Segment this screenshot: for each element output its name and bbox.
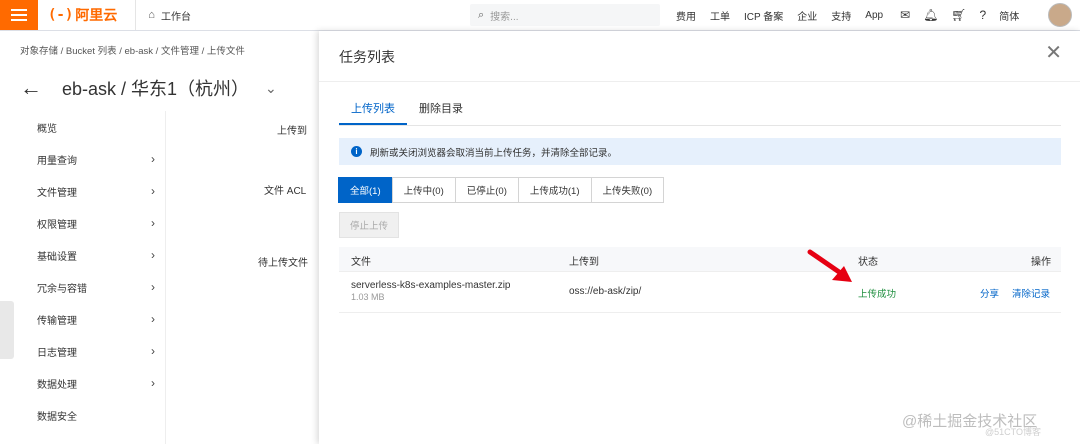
sidebar-item-data-processing[interactable]: 数据处理 › <box>0 367 165 399</box>
file-size: 1.03 MB <box>351 292 385 302</box>
home-icon: ⌂ <box>148 9 155 21</box>
chevron-right-icon: › <box>151 344 155 358</box>
divider <box>319 81 1080 82</box>
column-header-dest: 上传到 <box>569 257 599 268</box>
tab-upload-list[interactable]: 上传列表 <box>339 99 407 125</box>
top-icons: ✉ 🔔︎ 🛒︎ ? 简体 <box>900 0 1032 30</box>
sidebar-item-files[interactable]: 文件管理 › <box>0 175 165 207</box>
top-link-enterprise[interactable]: 企业 <box>797 8 817 23</box>
chevron-down-icon[interactable]: ⌄ <box>265 80 277 97</box>
tab-delete-directory[interactable]: 删除目录 <box>407 99 475 125</box>
top-link-support[interactable]: 支持 <box>831 8 851 23</box>
filter-success[interactable]: 上传成功(1) <box>517 177 592 203</box>
sidebar-item-redundancy[interactable]: 冗余与容错 › <box>0 271 165 303</box>
back-arrow-icon[interactable]: ← <box>20 75 42 101</box>
sidebar-item-overview[interactable]: 概览 <box>0 111 165 143</box>
sidebar-item-label: 用量查询 <box>37 155 77 167</box>
oss-bucket-page: 对象存储 / Bucket 列表 / eb-ask / 文件管理 / 上传文件 … <box>0 31 320 444</box>
watermark-secondary: @51CTO博客 <box>985 427 1041 437</box>
form-label-pending-files: 待上传文件 <box>258 258 308 269</box>
brand-name: 阿里云 <box>75 7 118 23</box>
sidebar-item-label: 文件管理 <box>37 187 77 199</box>
sidebar-item-usage[interactable]: 用量查询 › <box>0 143 165 175</box>
menu-icon[interactable] <box>0 0 38 30</box>
close-icon[interactable]: ✕ <box>1045 43 1062 63</box>
share-link[interactable]: 分享 <box>980 286 999 300</box>
form-label-upload-to: 上传到 <box>277 126 307 137</box>
message-icon[interactable]: ✉ <box>900 8 910 22</box>
status-filter-group: 全部(1) 上传中(0) 已停止(0) 上传成功(1) 上传失败(0) <box>338 177 665 203</box>
chevron-right-icon: › <box>151 184 155 198</box>
sidebar-collapse-handle[interactable] <box>0 301 14 359</box>
search-icon: ⌕ <box>478 8 485 21</box>
chevron-right-icon: › <box>151 152 155 166</box>
language-switch[interactable]: 简体 <box>999 8 1019 23</box>
chevron-right-icon: › <box>151 216 155 230</box>
sidebar-item-label: 数据安全 <box>37 411 77 423</box>
bucket-title-text: eb-ask / 华东1（杭州） <box>62 79 250 99</box>
column-header-file: 文件 <box>351 257 371 268</box>
form-label-file-acl: 文件 ACL <box>264 186 307 197</box>
task-tabs: 上传列表 删除目录 <box>339 99 1061 126</box>
top-navigation-bar: (-) 阿里云 ⌂ 工作台 ⌕ 搜索... 费用 工单 ICP 备案 企业 支持… <box>0 0 1080 31</box>
sidebar-item-label: 基础设置 <box>37 251 77 263</box>
search-placeholder: 搜索... <box>490 11 519 23</box>
info-icon: i <box>351 146 362 157</box>
status-badge: 上传成功 <box>858 289 897 300</box>
sidebar-item-permissions[interactable]: 权限管理 › <box>0 207 165 239</box>
cart-icon[interactable]: 🛒︎ <box>951 8 966 22</box>
filter-stopped[interactable]: 已停止(0) <box>454 177 519 203</box>
bucket-sidebar: 概览 用量查询 › 文件管理 › 权限管理 › 基础设置 › 冗余与容错 › 传输管理 › … <box>0 111 166 444</box>
upload-destination: oss://eb-ask/zip/ <box>569 286 642 297</box>
avatar[interactable] <box>1048 3 1072 27</box>
sidebar-item-basic-settings[interactable]: 基础设置 › <box>0 239 165 271</box>
help-icon[interactable]: ? <box>980 8 987 22</box>
chevron-right-icon: › <box>151 280 155 294</box>
annotation-arrow-icon <box>807 249 852 282</box>
workbench-link[interactable]: ⌂ 工作台 <box>135 0 191 30</box>
filter-failed[interactable]: 上传失败(0) <box>590 177 665 203</box>
column-header-action: 操作 <box>1031 257 1051 268</box>
chevron-right-icon: › <box>151 248 155 262</box>
sidebar-item-label: 权限管理 <box>37 219 77 231</box>
task-list-drawer: 任务列表 ✕ 上传列表 删除目录 i 刷新或关闭浏览器会取消当前上传任务，并清除… <box>319 31 1080 444</box>
top-links: 费用 工单 ICP 备案 企业 支持 App <box>676 0 897 30</box>
filter-all[interactable]: 全部(1) <box>338 177 393 203</box>
stop-upload-button[interactable]: 停止上传 <box>339 212 399 238</box>
brand-logo[interactable]: (-) 阿里云 <box>48 5 117 25</box>
search-input[interactable]: ⌕ 搜索... <box>470 4 660 26</box>
notice-banner: i 刷新或关闭浏览器会取消当前上传任务，并清除全部记录。 <box>339 138 1061 165</box>
sidebar-item-label: 数据处理 <box>37 379 77 391</box>
sidebar-item-logs[interactable]: 日志管理 › <box>0 335 165 367</box>
brand-mark: (-) <box>48 7 74 23</box>
breadcrumb[interactable]: 对象存储 / Bucket 列表 / eb-ask / 文件管理 / 上传文件 <box>20 43 245 57</box>
workbench-label: 工作台 <box>160 11 191 23</box>
top-link-icp[interactable]: ICP 备案 <box>744 8 783 23</box>
sidebar-item-transfer[interactable]: 传输管理 › <box>0 303 165 335</box>
sidebar-item-label: 日志管理 <box>37 347 77 359</box>
page-title: ← eb-ask / 华东1（杭州） ⌄ <box>20 75 277 101</box>
sidebar-item-label: 概览 <box>37 123 57 135</box>
drawer-title: 任务列表 <box>339 49 395 65</box>
top-link-fee[interactable]: 费用 <box>676 8 696 23</box>
table-row: serverless-k8s-examples-master.zip 1.03 … <box>339 272 1061 313</box>
clear-record-link[interactable]: 清除记录 <box>1012 286 1050 300</box>
file-name: serverless-k8s-examples-master.zip <box>351 280 511 291</box>
notice-text: 刷新或关闭浏览器会取消当前上传任务，并清除全部记录。 <box>370 147 618 159</box>
top-link-ticket[interactable]: 工单 <box>710 8 730 23</box>
chevron-right-icon: › <box>151 376 155 390</box>
chevron-right-icon: › <box>151 312 155 326</box>
bell-icon[interactable]: 🔔︎ <box>923 8 938 22</box>
filter-uploading[interactable]: 上传中(0) <box>391 177 456 203</box>
column-header-status: 状态 <box>858 257 878 268</box>
sidebar-item-label: 传输管理 <box>37 315 77 327</box>
top-link-app[interactable]: App <box>865 10 883 21</box>
sidebar-item-data-security[interactable]: 数据安全 <box>0 399 165 431</box>
table-header: 文件 上传到 状态 操作 <box>339 247 1061 272</box>
sidebar-item-label: 冗余与容错 <box>37 283 87 295</box>
